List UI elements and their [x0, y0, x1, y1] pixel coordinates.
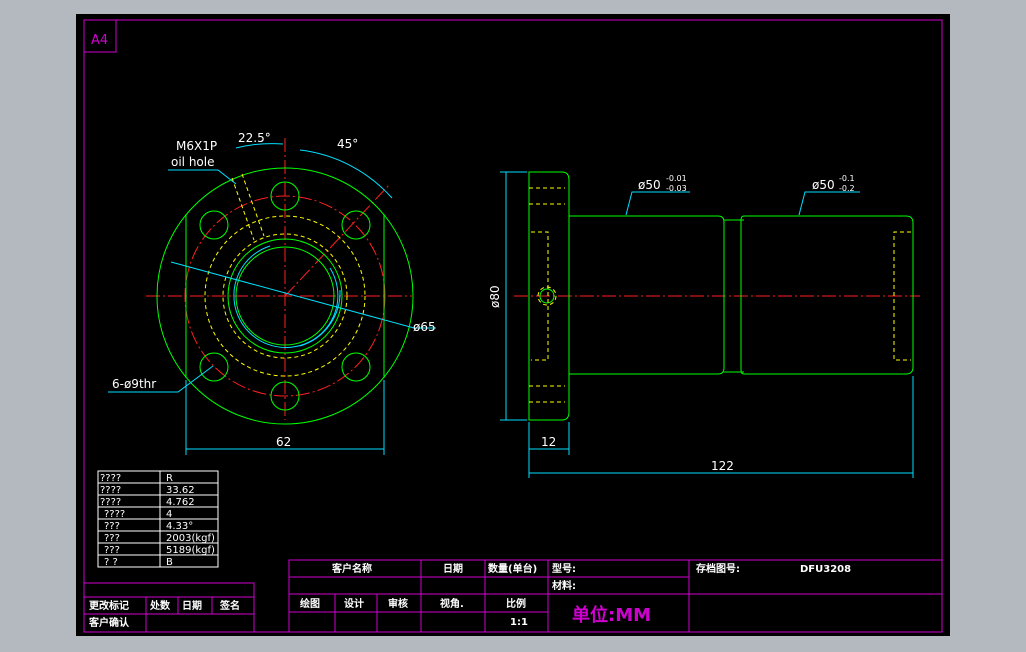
spec-value: 5189(kgf)	[166, 545, 215, 556]
flange-width-label: 62	[276, 435, 291, 449]
location-label: 处数	[149, 599, 171, 612]
spec-key: ? ?	[104, 557, 118, 568]
body-diameter-2: ø50	[812, 178, 835, 192]
spec-key: ????	[100, 473, 121, 484]
angle-label-a: 22.5°	[238, 131, 271, 145]
flange-length-label: 12	[541, 435, 556, 449]
pcd-label: ø65	[413, 320, 436, 334]
design-label: 设计	[344, 597, 364, 610]
spec-key: ????	[100, 497, 121, 508]
scale-value: 1:1	[510, 617, 528, 628]
spec-key: ???	[104, 545, 120, 556]
total-length-label: 122	[711, 459, 734, 473]
thread-label: M6X1P	[176, 139, 217, 153]
spec-value: 4	[166, 509, 172, 520]
sheet-size-label: A4	[91, 33, 108, 48]
body-tol-1-upper: -0.01	[666, 174, 687, 183]
spec-value: 4.33°	[166, 521, 193, 532]
spec-key: ????	[100, 485, 121, 496]
body-diameter-1: ø50	[638, 178, 661, 192]
spec-value: B	[166, 557, 173, 568]
cad-drawing-sheet: A4 M6X1P oil hole 22.5° 45° ø65 6-ø9thr …	[76, 14, 950, 636]
angle-label-b: 45°	[337, 137, 358, 151]
body-tol-2-lower: -0.2	[839, 184, 855, 193]
signature-label: 签名	[219, 599, 240, 612]
view-angle-label: 视角.	[440, 597, 464, 610]
revision-date-label: 日期	[182, 599, 202, 612]
drawn-label: 绘图	[300, 597, 320, 610]
body-tol-2-upper: -0.1	[839, 174, 855, 183]
spec-key: ????	[104, 509, 125, 520]
date-label: 日期	[443, 562, 463, 575]
review-label: 审核	[388, 597, 408, 610]
spec-value: 33.62	[166, 485, 195, 496]
spec-key: ???	[104, 521, 120, 532]
bolt-hole-label: 6-ø9thr	[112, 377, 156, 391]
customer-name-label: 客户名称	[331, 562, 372, 575]
quantity-label: 数量(单台)	[488, 562, 537, 575]
oil-hole-label: oil hole	[171, 155, 215, 169]
scale-label: 比例	[506, 597, 526, 610]
material-label: 材料:	[552, 579, 576, 592]
spec-value: 4.762	[166, 497, 195, 508]
unit-label: 单位:MM	[572, 604, 651, 626]
drawing-number: DFU3208	[800, 564, 851, 575]
spec-value: R	[166, 473, 173, 484]
spec-key: ???	[104, 533, 120, 544]
body-tol-1-lower: -0.03	[666, 184, 687, 193]
model-label: 型号:	[552, 562, 576, 575]
spec-value: 2003(kgf)	[166, 533, 215, 544]
drawing-number-label: 存档图号:	[696, 562, 740, 575]
customer-confirm-label: 客户确认	[88, 616, 130, 629]
flange-diameter-label: ø80	[488, 285, 502, 308]
change-mark-label: 更改标记	[89, 599, 129, 612]
